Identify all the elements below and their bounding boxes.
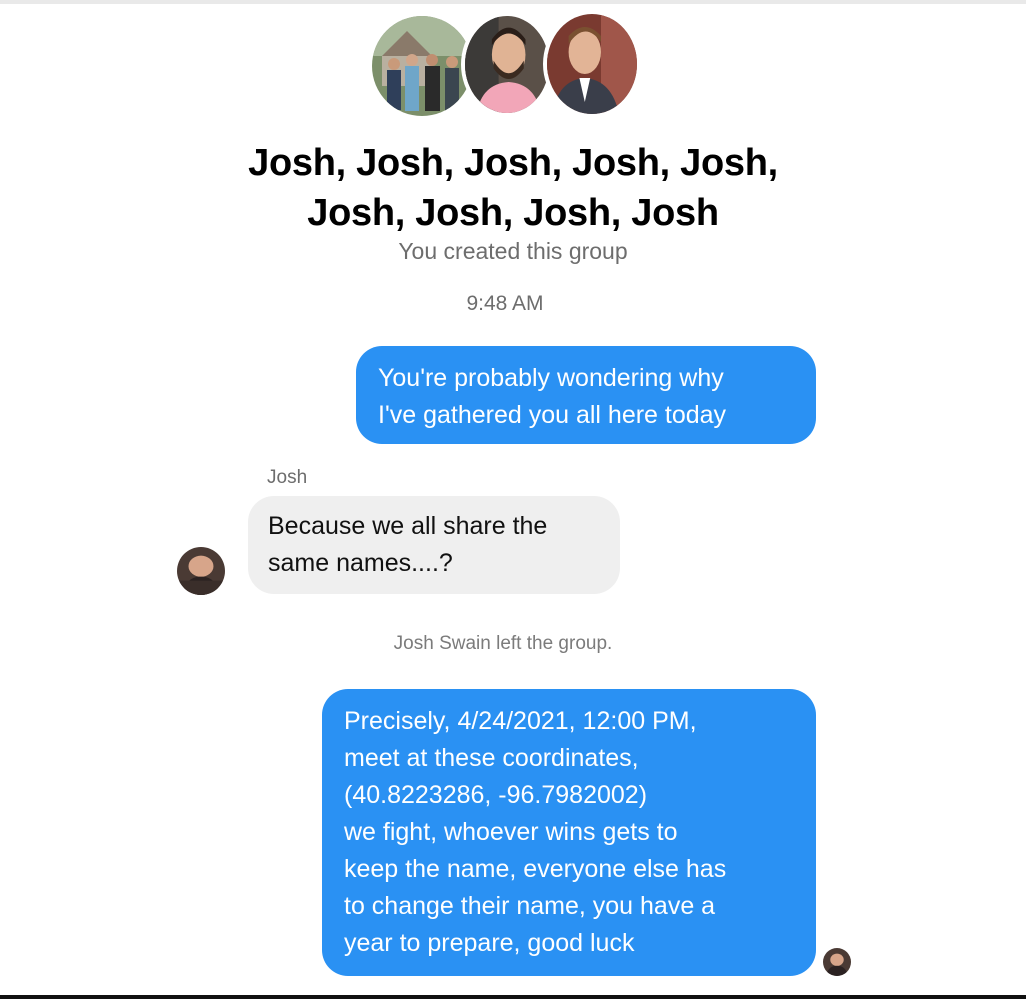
sender-avatar[interactable] (177, 547, 225, 595)
message-line: to change their name, you have a (344, 892, 716, 920)
group-title-line-1: Josh, Josh, Josh, Josh, Josh, (248, 142, 778, 184)
message-timestamp: 9:48 AM (466, 292, 544, 315)
man-suit-avatar[interactable] (543, 10, 641, 118)
message-line: You're probably wondering why (378, 364, 724, 392)
person-photo-icon (177, 547, 225, 595)
outgoing-message-bubble[interactable]: You're probably wondering why I've gathe… (356, 346, 816, 444)
incoming-message-bubble[interactable]: Because we all share the same names....? (248, 496, 620, 594)
top-border (0, 0, 1026, 4)
message-line: meet at these coordinates, (344, 744, 639, 772)
message-line: I've gathered you all here today (378, 401, 727, 429)
man-pink-shirt-avatar[interactable] (461, 12, 553, 117)
message-line: (40.8223286, -96.7982002) (344, 781, 648, 809)
message-line: same names....? (268, 549, 453, 577)
group-photo-icon (372, 16, 472, 116)
seen-indicator-avatar (823, 948, 851, 976)
message-line: Precisely, 4/24/2021, 12:00 PM, (344, 707, 697, 735)
group-title-line-2: Josh, Josh, Josh, Josh (307, 192, 719, 234)
person-photo-icon (465, 16, 549, 113)
message-line: keep the name, everyone else has (344, 855, 727, 883)
group-title: Josh, Josh, Josh, Josh, Josh, Josh, Josh… (180, 138, 846, 238)
bottom-border (0, 995, 1026, 999)
sender-name: Josh (267, 467, 308, 488)
person-photo-icon (823, 948, 851, 976)
outgoing-message-bubble[interactable]: Precisely, 4/24/2021, 12:00 PM, meet at … (322, 689, 816, 976)
system-note-left-group: Josh Swain left the group. (393, 633, 613, 654)
group-created-note: You created this group (398, 238, 628, 264)
group-photo-avatar[interactable] (368, 12, 476, 120)
message-line: Because we all share the (268, 512, 548, 540)
message-line: year to prepare, good luck (344, 929, 635, 957)
person-photo-icon (547, 14, 637, 114)
message-line: we fight, whoever wins gets to (344, 818, 678, 846)
